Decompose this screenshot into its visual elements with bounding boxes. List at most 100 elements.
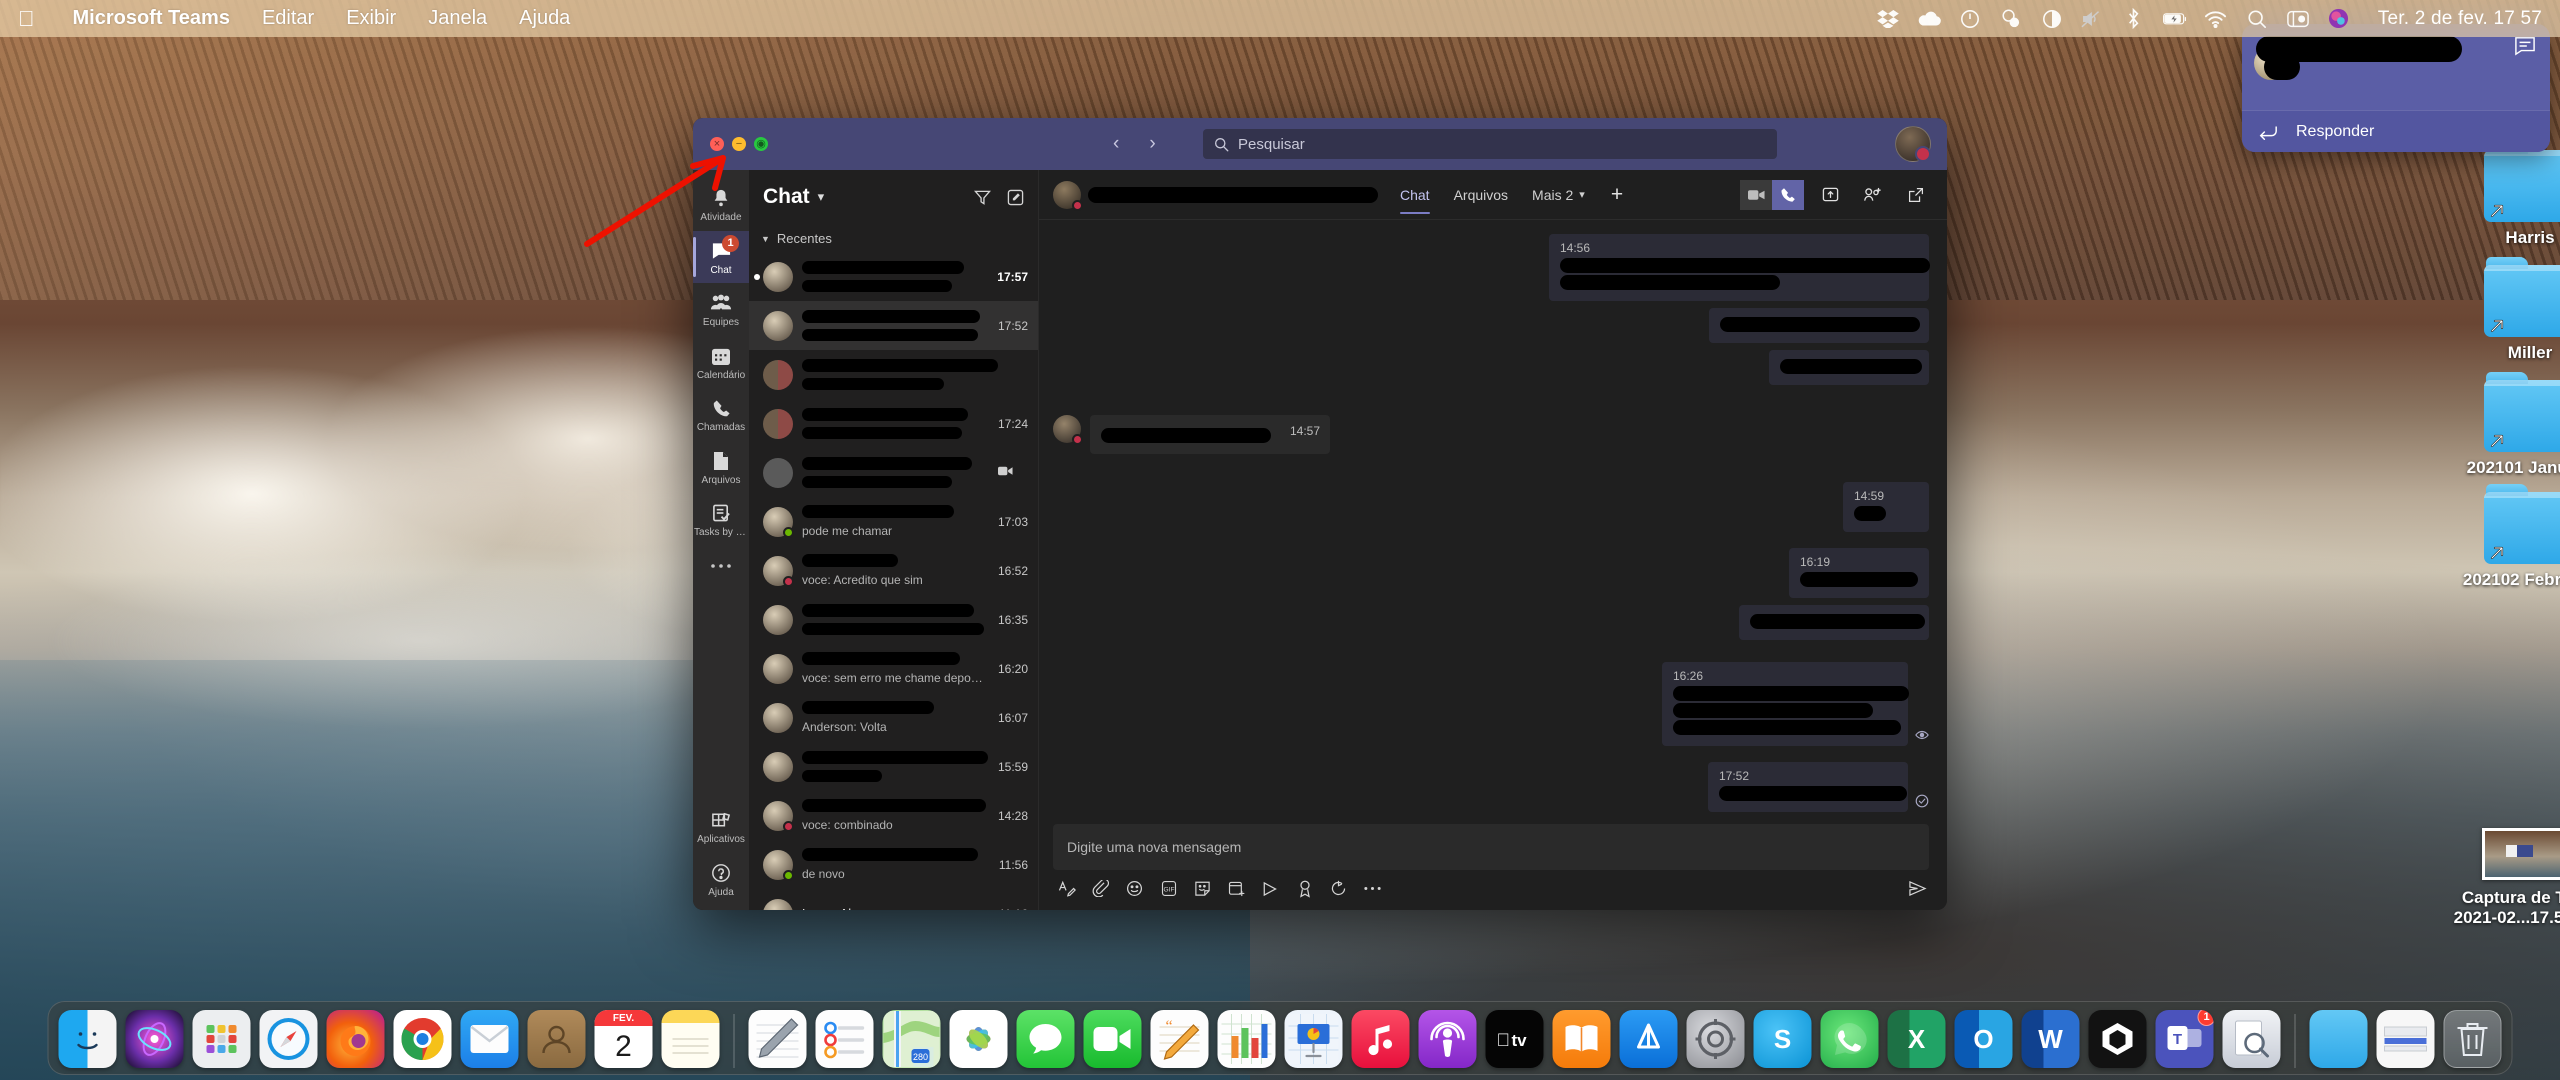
chevron-right-icon[interactable]: › [1149,133,1155,155]
dock-item-launchpad[interactable] [192,1010,251,1068]
list-item[interactable]: 17:24 [749,399,1038,448]
notification-reply-button[interactable]: Responder [2242,110,2550,152]
dock-item-documents-stack[interactable] [2376,1010,2435,1068]
menu-ajuda[interactable]: Ajuda [503,7,586,30]
location-icon[interactable] [1999,8,2023,30]
dock-item-trash[interactable] [2443,1010,2502,1068]
dock-item-finder[interactable] [58,1010,117,1068]
sticker-icon[interactable] [1193,879,1212,898]
notification-toast[interactable]: Responder [2242,24,2550,152]
microsoft-teams-window[interactable]: × − ◉ ‹ › Pesquisar Atividade 1 Chat Equ… [693,118,1947,910]
video-call-icon[interactable] [998,464,1013,482]
avatar[interactable] [1053,180,1083,211]
dock-item-facetime[interactable] [1083,1010,1142,1068]
filter-icon[interactable] [974,189,991,206]
dock-item-app-store[interactable] [1619,1010,1678,1068]
menu-janela[interactable]: Janela [412,7,503,30]
sidebar-item-aplicativos[interactable]: Aplicativos [693,800,749,853]
maximize-button[interactable]: ◉ [754,137,768,151]
dock-item-safari[interactable] [259,1010,318,1068]
desktop-icon-screenshot[interactable]: Captura de Tela 2021-02...17.54.39 [2420,828,2560,928]
menubar-clock[interactable]: Ter. 2 de fev. 17 57 [2378,8,2542,30]
tab-mais-2[interactable]: Mais 2 ▾ [1520,170,1597,220]
dock-item-downloads-stack[interactable] [2309,1010,2368,1068]
battery-charging-icon[interactable] [2162,8,2187,30]
wifi-icon[interactable] [2204,8,2228,30]
dock-item-photos[interactable] [949,1010,1008,1068]
list-item[interactable]: voce: sem erro me chame depois... 16:20 [749,644,1038,693]
power-icon[interactable] [1958,8,1982,30]
format-text-icon[interactable] [1057,879,1076,898]
avatar[interactable] [1895,126,1931,162]
desktop-icon-miller[interactable]: Miller [2455,257,2560,363]
list-item[interactable]: pode me chamar 17:03 [749,497,1038,546]
sidebar-item-equipes[interactable]: Equipes [693,283,749,336]
list-item[interactable]: 15:59 [749,742,1038,791]
dock-item-skype[interactable]: S [1753,1010,1812,1068]
macos-dock[interactable]: FEV. 2 280 “ tv S X O W 1 T [47,1001,2513,1075]
dock-item-notes[interactable] [661,1010,720,1068]
sidebar-item-arquivos[interactable]: Arquivos [693,441,749,494]
message-bubble[interactable] [1709,308,1929,343]
more-options-icon[interactable] [1363,879,1382,898]
emoji-icon[interactable] [1125,879,1144,898]
sidebar-item-atividade[interactable]: Atividade [693,178,749,231]
message-bubble[interactable] [1769,350,1929,385]
desktop-icon-202102-february[interactable]: 202102 February [2455,484,2560,590]
dock-item-contacts[interactable] [527,1010,586,1068]
add-tab-button[interactable]: + [1597,170,1637,220]
chevron-left-icon[interactable]: ‹ [1113,133,1119,155]
dock-item-apple-tv[interactable]:  tv [1485,1010,1544,1068]
audio-call-button[interactable] [1772,179,1804,210]
dock-item-unity[interactable] [2088,1010,2147,1068]
message-list[interactable]: 14:56 14:57 14:59 16:19 16:26 17:52 [1039,220,1947,824]
sidebar-item-chat[interactable]: 1 Chat [693,230,749,283]
dock-item-word[interactable]: W [2021,1010,2080,1068]
siri-icon[interactable] [2327,8,2351,30]
dock-item-textedit[interactable] [748,1010,807,1068]
send-icon[interactable] [1908,879,1927,898]
sidebar-item-chamadas[interactable]: Chamadas [693,388,749,441]
dock-item-books[interactable] [1552,1010,1611,1068]
dock-item-whatsapp[interactable] [1820,1010,1879,1068]
list-item[interactable] [749,448,1038,497]
menu-editar[interactable]: Editar [246,7,330,30]
message-bubble[interactable] [1739,605,1929,640]
menu-app-name[interactable]: Microsoft Teams [57,7,246,30]
spotlight-search-icon[interactable] [2245,8,2269,30]
list-item[interactable]: 17:52 [749,301,1038,350]
list-item[interactable]: voce: combinado 14:28 [749,791,1038,840]
new-chat-icon[interactable] [1007,189,1024,206]
message-bubble[interactable]: 16:26 [1662,662,1909,746]
bluetooth-icon[interactable] [2122,8,2146,30]
desktop-icon-harris[interactable]: Harris [2455,142,2560,248]
chat-list-scroll[interactable]: 17:57 17:52 17:24 pode me chamar 17:03 v… [749,252,1038,910]
dock-item-microsoft-teams[interactable]: 1 T [2155,1010,2214,1068]
dock-item-preview[interactable] [2222,1010,2281,1068]
message-bubble[interactable]: 16:19 [1789,548,1929,598]
tab-chat[interactable]: Chat [1388,170,1442,220]
close-button[interactable]: × [710,137,724,151]
add-people-button[interactable] [1856,180,1890,210]
dock-item-chrome[interactable] [393,1010,452,1068]
message-bubble[interactable]: 14:56 [1549,234,1930,301]
dock-item-firefox[interactable] [326,1010,385,1068]
list-item[interactable]: Anderson: Volta 16:07 [749,693,1038,742]
dock-item-maps[interactable]: 280 [882,1010,941,1068]
popout-window-button[interactable] [1899,180,1933,210]
menu-exibir[interactable]: Exibir [330,7,412,30]
stream-video-icon[interactable] [1261,879,1280,898]
message-bubble[interactable]: 14:57 [1090,415,1330,454]
dock-item-messages[interactable] [1016,1010,1075,1068]
dock-item-excel[interactable]: X [1887,1010,1946,1068]
share-screen-button[interactable] [1813,180,1847,210]
dock-item-outlook[interactable]: O [1954,1010,2013,1068]
list-item[interactable] [749,350,1038,399]
apple-menu-icon[interactable]:  [18,7,35,30]
dock-item-keynote[interactable] [1284,1010,1343,1068]
control-center-icon[interactable] [2286,8,2310,30]
praise-icon[interactable] [1295,879,1314,898]
list-item[interactable]: Lucas Alves 11:16 [749,889,1038,910]
message-input[interactable]: Digite uma nova mensagem [1053,824,1929,870]
sidebar-item-ajuda[interactable]: Ajuda [693,853,749,911]
